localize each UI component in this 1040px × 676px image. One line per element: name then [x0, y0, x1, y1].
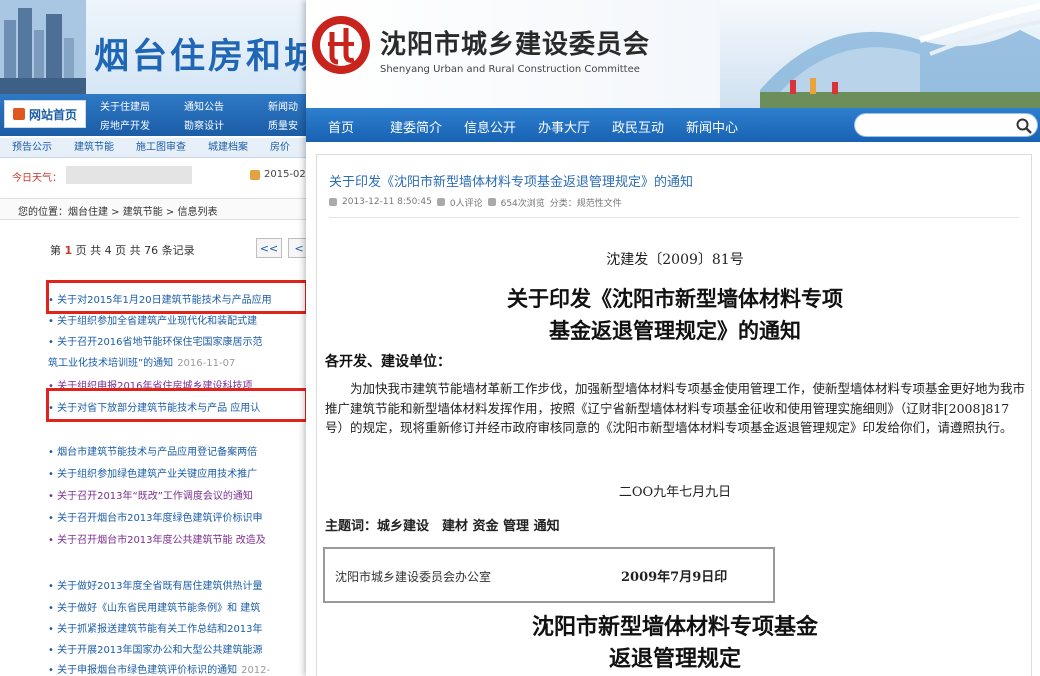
list-item[interactable]: • 关于召开2013年“既改”工作调度会议的通知 — [48, 487, 253, 502]
nav-home[interactable]: 首页 — [328, 117, 354, 136]
nav-service-hall[interactable]: 办事大厅 — [538, 117, 590, 136]
list-item[interactable]: • 关于召开烟台市2013年度公共建筑节能 改造及 — [48, 531, 266, 546]
list-item[interactable]: • 关于召开烟台市2013年度绿色建筑评价标识申 — [48, 509, 263, 524]
list-item[interactable]: • 关于申报烟台市绿色建筑评价标识的通知 2012- — [48, 661, 270, 676]
list-item[interactable]: • 关于组织参加全省建筑产业现代化和装配式建 — [48, 312, 257, 327]
nav-interaction[interactable]: 政民互动 — [612, 117, 664, 136]
stadium-banner-image — [720, 0, 1040, 108]
committee-logo-icon — [312, 16, 370, 74]
document-title: 关于印发《沈阳市新型墙体材料专项 基金返退管理规定》的通知 — [507, 286, 843, 343]
search-box — [854, 113, 1038, 137]
search-input[interactable] — [865, 114, 1015, 137]
organization-name-en: Shenyang Urban and Rural Construction Co… — [380, 64, 640, 75]
list-item[interactable]: • 关于做好《山东省民用建筑节能条例》和 建筑 — [48, 599, 260, 614]
list-item[interactable]: • 关于做好2013年度全省既有居住建筑供热计量 — [48, 577, 263, 592]
publish-time: 2013-12-11 8:50:45 — [342, 197, 432, 207]
article-category[interactable]: 分类：规范性文件 — [550, 196, 622, 209]
issuing-office-box: 沈阳市城乡建设委员会办公室 2009年7月9日印 — [323, 547, 775, 603]
subject-words: 主题词：城乡建设 建材 资金 管理 通知 — [325, 519, 560, 534]
comment-count[interactable]: 0人评论 — [450, 196, 483, 209]
article-meta: 2013-12-11 8:50:45 0人评论 654次浏览 分类：规范性文件 — [329, 195, 622, 209]
list-item[interactable]: 筑工业化技术培训班”的通知 2016-11-07 — [48, 354, 235, 369]
article-panel: 关于印发《沈阳市新型墙体材料专项基金返退管理规定》的通知 2013-12-11 … — [316, 154, 1032, 676]
document-number: 沈建发〔2009〕81号 — [606, 252, 744, 268]
shenyang-banner: 沈阳市城乡建设委员会 Shenyang Urban and Rural Cons… — [306, 0, 1040, 108]
print-date: 2009年7月9日印 — [621, 570, 728, 585]
highlight-box-1 — [46, 280, 308, 314]
highlight-box-2 — [46, 388, 308, 422]
yantai-window: 烟台住房和城 网站首页 关于住建局 通知公告 新闻动 房地产开发 勘察设计 质量… — [0, 0, 308, 676]
news-list: • 关于对2015年1月20日建筑节能技术与产品应用 • 关于组织参加全省建筑产… — [0, 0, 308, 676]
list-item[interactable]: • 关于开展2013年国家办公和大型公共建筑能源 — [48, 641, 263, 656]
list-item[interactable]: • 关于抓紧报送建筑节能有关工作总结和2013年 — [48, 620, 263, 635]
search-icon[interactable] — [1015, 117, 1033, 135]
document-addressee: 各开发、建设单位： — [325, 354, 451, 370]
calendar-icon — [329, 198, 337, 206]
list-item[interactable]: • 烟台市建筑节能技术与产品应用登记备案两倍 — [48, 443, 257, 458]
issuing-office: 沈阳市城乡建设委员会办公室 — [335, 570, 492, 584]
article-title: 关于印发《沈阳市新型墙体材料专项基金返退管理规定》的通知 — [329, 175, 694, 190]
nav-info-disclosure[interactable]: 信息公开 — [464, 117, 516, 136]
comment-icon — [436, 198, 445, 206]
view-count: 654次浏览 — [500, 198, 545, 209]
eye-icon — [487, 198, 496, 206]
shenyang-window: 沈阳市城乡建设委员会 Shenyang Urban and Rural Cons… — [306, 0, 1040, 676]
list-item[interactable]: • 关于召开2016省地节能环保住宅国家康居示范 — [48, 333, 263, 348]
regulation-title: 沈阳市新型墙体材料专项基金 返退管理规定 — [531, 614, 818, 672]
nav-news-center[interactable]: 新闻中心 — [686, 117, 738, 136]
shenyang-main-nav: 首页 建委简介 信息公开 办事大厅 政民互动 新闻中心 — [306, 108, 1040, 142]
organization-name: 沈阳市城乡建设委员会 — [380, 30, 651, 60]
document-date: 二OO九年七月九日 — [618, 485, 732, 500]
list-item[interactable]: • 关于组织参加绿色建筑产业关键应用技术推广 — [48, 465, 257, 480]
nav-committee-intro[interactable]: 建委简介 — [390, 117, 442, 136]
document-body: 为加快我市建筑节能墙材革新工作步伐，加强新型墙体材料专项基金使用管理工作，使新型… — [325, 381, 1026, 435]
divider — [329, 217, 1019, 218]
